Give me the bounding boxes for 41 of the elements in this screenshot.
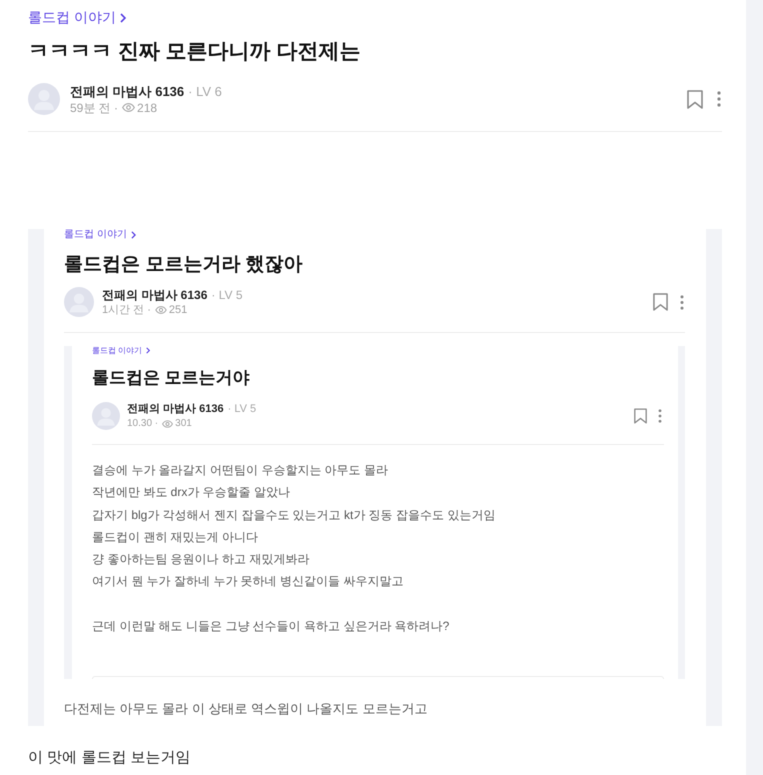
avatar-icon	[64, 287, 94, 317]
more-options-icon	[658, 409, 662, 423]
body-text-line: 여기서 뭔 누가 잘하네 누가 못하네 병신같이들 싸우지말고	[92, 573, 404, 590]
body-text-line: 결승에 누가 올라갈지 어떤팀이 우승할지는 아무도 몰라	[92, 462, 390, 479]
chevron-right-icon	[146, 347, 150, 354]
body-text-line: 걍 좋아하는팀 응원이나 하고 재밌게봐라	[92, 551, 310, 568]
eye-icon	[122, 103, 136, 112]
more-options-icon[interactable]	[717, 91, 721, 107]
chevron-right-icon	[130, 230, 136, 238]
author-name: 전패의 마법사 6136	[102, 287, 208, 303]
author-level: · LV 6	[188, 82, 222, 100]
author-level: · LV 5	[211, 287, 242, 303]
chevron-right-icon	[120, 12, 126, 22]
post-time: 59분 전 ·	[70, 100, 118, 116]
post-title: ㅋㅋㅋㅋ 진짜 모른다니까 다전제는	[28, 39, 362, 65]
view-count: 218	[137, 100, 158, 116]
eye-icon	[162, 420, 174, 428]
body-text-line: 이 맛에 롤드컵 보는거임	[28, 748, 192, 768]
more-options-icon	[680, 294, 684, 310]
body-text-line: 다전제는 아무도 몰라 이 상태로 역스윕이 나올지도 모르는거고	[64, 700, 428, 718]
post-time: 1시간 전 ·	[102, 303, 151, 317]
view-count: 301	[175, 417, 192, 430]
bookmark-icon	[653, 293, 668, 311]
author-name[interactable]: 전패의 마법사 6136	[70, 82, 184, 100]
bookmark-icon[interactable]	[687, 90, 703, 108]
post-title: 롤드컵은 모르는거야	[92, 367, 251, 389]
post-time: 10.30 ·	[127, 417, 158, 430]
category-link[interactable]: 롤드컵 이야기	[92, 346, 150, 355]
bookmark-icon	[634, 408, 647, 424]
body-text-line: 작년에만 봐도 drx가 우승할줄 알았나	[92, 484, 292, 502]
author-level: · LV 5	[228, 402, 256, 417]
avatar-icon	[92, 402, 120, 430]
eye-icon	[154, 306, 167, 314]
category-link[interactable]: 롤드컵 이야기	[28, 9, 126, 26]
body-text-line: 근데 이런말 해도 니들은 그냥 선수들이 욕하고 싶은거라 욕하려나?	[92, 618, 450, 635]
body-text-line: 롤드컵이 괜히 재밌는게 아니다	[92, 528, 260, 546]
category-link[interactable]: 롤드컵 이야기	[64, 229, 136, 240]
author-name: 전패의 마법사 6136	[127, 402, 224, 417]
post-title: 롤드컵은 모르는거라 했잖아	[64, 253, 304, 277]
view-count: 251	[168, 303, 188, 317]
body-text-line: 갑자기 blg가 각성해서 젠지 잡을수도 있는거고 kt가 징동 잡을수도 있는거임	[92, 506, 496, 524]
